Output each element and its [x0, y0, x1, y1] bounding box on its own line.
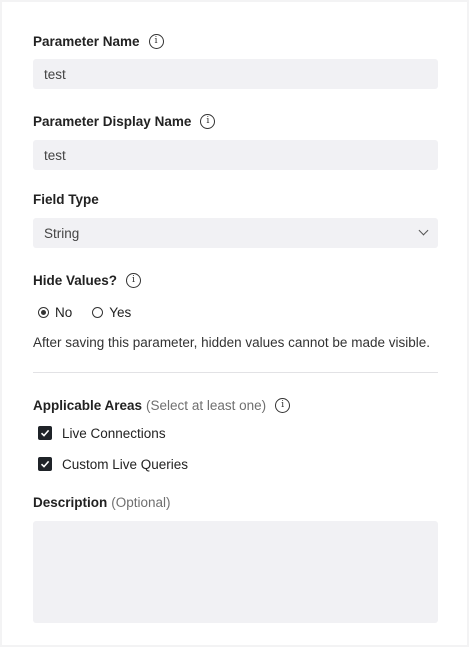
parameter-name-value: test — [44, 66, 66, 82]
parameter-name-label-text: Parameter Name — [33, 33, 140, 49]
radio-button-yes[interactable] — [92, 306, 104, 318]
applicable-areas-label: Applicable Areas (Select at least one) i — [33, 395, 291, 415]
checkbox-checked[interactable] — [38, 426, 52, 440]
radio-option-yes[interactable]: Yes — [92, 305, 131, 320]
checkmark-icon — [40, 460, 50, 468]
checkbox-label-custom-live-queries: Custom Live Queries — [62, 456, 189, 472]
parameter-display-name-label: Parameter Display Name i — [33, 111, 216, 131]
checkbox-label-live-connections: Live Connections — [62, 425, 166, 441]
checkbox-checked[interactable] — [38, 457, 52, 471]
hide-values-note: After saving this parameter, hidden valu… — [33, 335, 430, 350]
field-type-selected-value: String — [44, 225, 80, 241]
description-textarea[interactable] — [33, 521, 438, 623]
checkbox-live-connections[interactable]: Live Connections — [38, 423, 166, 443]
field-type-label: Field Type — [33, 189, 99, 209]
info-icon[interactable]: i — [126, 272, 142, 288]
applicable-areas-hint: (Select at least one) — [146, 397, 267, 413]
parameter-name-input[interactable]: test — [33, 59, 438, 89]
field-type-label-text: Field Type — [33, 191, 99, 207]
description-hint: (Optional) — [111, 494, 171, 510]
description-label: Description (Optional) — [33, 492, 171, 512]
checkmark-icon — [40, 429, 50, 437]
parameter-name-label: Parameter Name i — [33, 31, 164, 51]
info-icon[interactable]: i — [275, 397, 291, 413]
radio-button-no[interactable] — [38, 306, 49, 318]
field-type-select[interactable]: String — [33, 218, 438, 248]
parameter-form-panel: Parameter Name i test Parameter Display … — [2, 2, 467, 645]
radio-option-no[interactable]: No — [38, 305, 72, 320]
description-label-text: Description — [33, 494, 108, 510]
checkbox-custom-live-queries[interactable]: Custom Live Queries — [38, 454, 188, 474]
hide-values-label-text: Hide Values? — [33, 272, 118, 288]
parameter-display-name-value: test — [44, 147, 66, 163]
section-divider — [33, 372, 438, 373]
info-icon[interactable]: i — [200, 113, 216, 129]
hide-values-radio-group: No Yes — [38, 302, 131, 322]
radio-label-no: No — [55, 304, 73, 320]
hide-values-label: Hide Values? i — [33, 270, 142, 290]
info-icon[interactable]: i — [148, 33, 164, 49]
radio-label-yes: Yes — [109, 304, 132, 320]
chevron-down-icon — [418, 225, 429, 236]
parameter-display-name-label-text: Parameter Display Name — [33, 113, 192, 129]
applicable-areas-label-text: Applicable Areas — [33, 397, 143, 413]
parameter-display-name-input[interactable]: test — [33, 140, 438, 170]
